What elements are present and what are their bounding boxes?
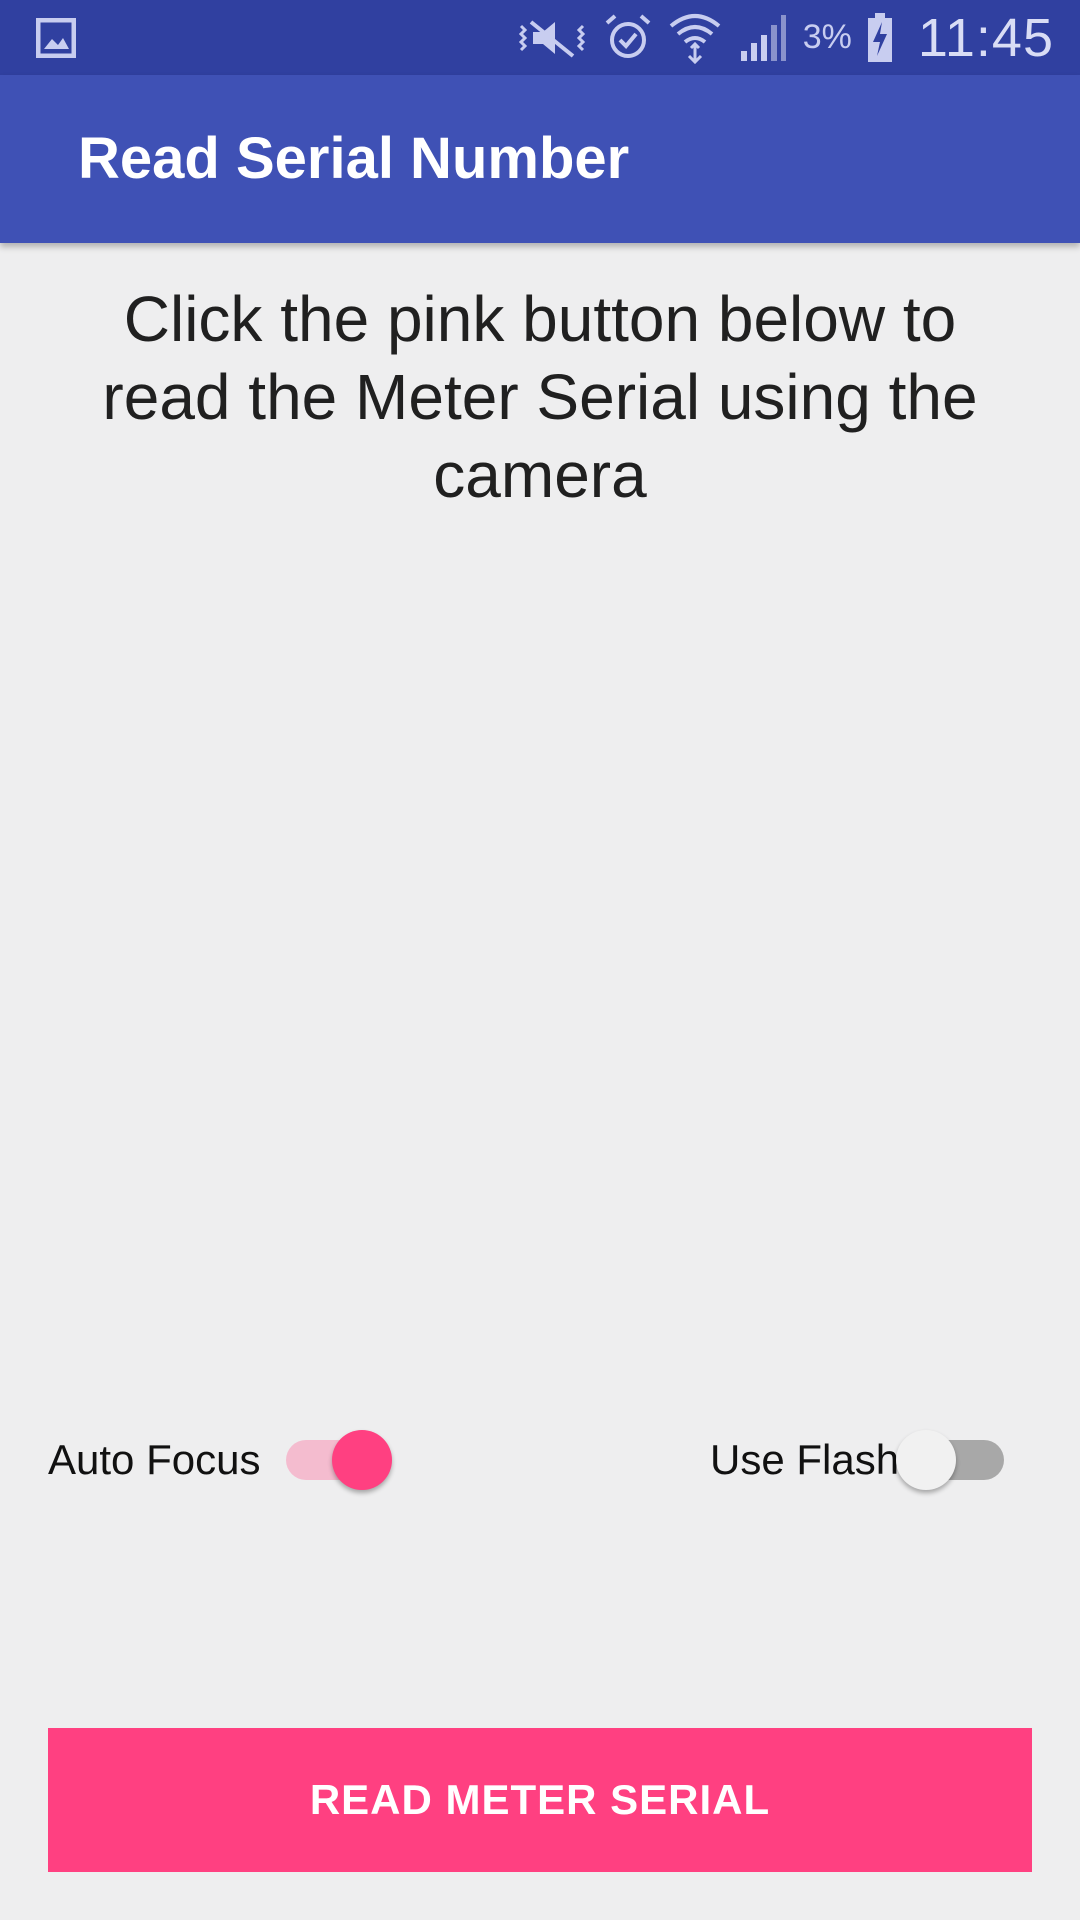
gallery-icon — [35, 17, 77, 59]
app-bar: Read Serial Number — [0, 75, 1080, 243]
battery-percent: 3% — [802, 18, 852, 56]
instructions-text: Click the pink button below to read the … — [102, 283, 978, 511]
wifi-icon — [667, 12, 723, 64]
battery-charging-icon — [866, 12, 894, 64]
page-title: Read Serial Number — [78, 126, 630, 191]
status-clock: 11:45 — [917, 7, 1054, 68]
switch-row: Auto Focus Use Flash — [0, 1420, 1080, 1500]
read-meter-serial-button[interactable]: READ METER SERIAL — [48, 1728, 1032, 1872]
auto-focus-label: Auto Focus — [48, 1436, 261, 1483]
use-flash-switch-thumb — [896, 1430, 956, 1490]
status-icons: 3% 11:45 — [515, 0, 1054, 75]
auto-focus-switch[interactable] — [286, 1420, 392, 1500]
use-flash-label: Use Flash — [710, 1436, 900, 1483]
status-bar: 3% 11:45 — [0, 0, 1080, 75]
auto-focus-switch-thumb — [332, 1430, 392, 1490]
cell-signal-icon — [737, 13, 787, 63]
use-flash-switch[interactable] — [896, 1420, 1004, 1500]
alarm-icon — [603, 13, 653, 63]
mute-vibrate-icon — [515, 16, 589, 60]
